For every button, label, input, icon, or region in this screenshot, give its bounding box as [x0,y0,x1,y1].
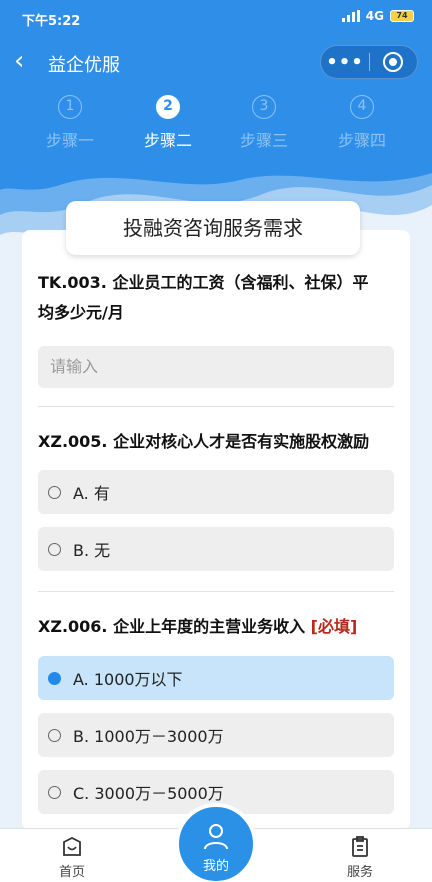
more-icon[interactable]: ••• [321,52,369,73]
step-label: 步骤四 [337,131,386,150]
battery-icon: 74 [390,10,414,22]
signal-icon [341,10,360,22]
option-equity-no[interactable]: B. 无 [38,527,394,571]
form-title: 投融资咨询服务需求 [66,201,360,255]
option-label: C. 3000万－5000万 [73,784,224,803]
radio-icon [48,485,61,499]
question-xz005: XZ.005. 企业对核心人才是否有实施股权激励 [38,432,370,451]
divider [38,591,394,592]
nav-bar: ‹ 益企优服 ••• [0,40,432,86]
option-label: B. 无 [73,541,111,560]
tab-label: 服务 [346,865,373,880]
question-text: 均多少元/月 [38,303,124,322]
tab-services[interactable]: 服务 [320,835,400,880]
tab-label: 我的 [202,859,229,874]
option-label: B. 1000万－3000万 [73,727,224,746]
step-label: 步骤一 [45,131,94,150]
question-text: XZ.006. 企业上年度的主营业务收入 [38,617,311,636]
step-number: 2 [156,95,180,119]
target-icon [383,52,404,72]
home-icon [63,836,81,856]
radio-icon [48,542,61,556]
network-type: 4G [365,9,384,23]
form-card: TK.003. 企业员工的工资（含福利、社保）平 均多少元/月 请输入 XZ.0… [22,230,410,830]
radio-selected-icon [48,671,61,685]
option-equity-yes[interactable]: A. 有 [38,470,394,514]
step-number: 3 [252,95,276,119]
header: 下午5:22 4G 74 ‹ 益企优服 ••• 1 步骤一 2 步骤二 3 步骤… [0,0,432,165]
clipboard-icon [352,836,368,857]
radio-icon [48,728,61,742]
salary-input[interactable]: 请输入 [38,346,394,388]
tab-mine[interactable]: 我的 [175,803,257,882]
tab-label: 首页 [58,865,85,880]
step-number: 1 [58,95,82,119]
back-icon[interactable]: ‹ [14,48,24,74]
required-badge: [必填] [310,617,358,636]
step-label: 步骤三 [239,131,288,150]
option-revenue-b[interactable]: B. 1000万－3000万 [38,713,394,757]
step-indicator: 1 步骤一 2 步骤二 3 步骤三 4 步骤四 [0,95,432,155]
divider [38,406,394,407]
status-time: 下午5:22 [22,14,81,29]
step-4[interactable]: 4 步骤四 [322,95,402,151]
user-icon [204,824,228,850]
close-target-button[interactable] [370,52,417,72]
step-3[interactable]: 3 步骤三 [224,95,304,151]
option-label: A. 1000万以下 [73,670,183,689]
mini-program-capsule: ••• [320,45,418,79]
tab-home[interactable]: 首页 [32,835,112,880]
page-title: 益企优服 [48,55,120,76]
step-number: 4 [350,95,374,119]
question-xz006: XZ.006. 企业上年度的主营业务收入 [必填] [38,612,357,642]
step-2[interactable]: 2 步骤二 [128,95,208,151]
option-label: A. 有 [73,484,110,503]
option-revenue-a[interactable]: A. 1000万以下 [38,656,394,700]
question-tk003: TK.003. 企业员工的工资（含福利、社保）平 均多少元/月 [38,268,368,328]
radio-icon [48,785,61,799]
status-bar: 下午5:22 4G 74 [0,0,432,36]
question-text: TK.003. 企业员工的工资（含福利、社保）平 [38,273,369,292]
step-1[interactable]: 1 步骤一 [30,95,110,151]
step-label: 步骤二 [143,131,192,150]
